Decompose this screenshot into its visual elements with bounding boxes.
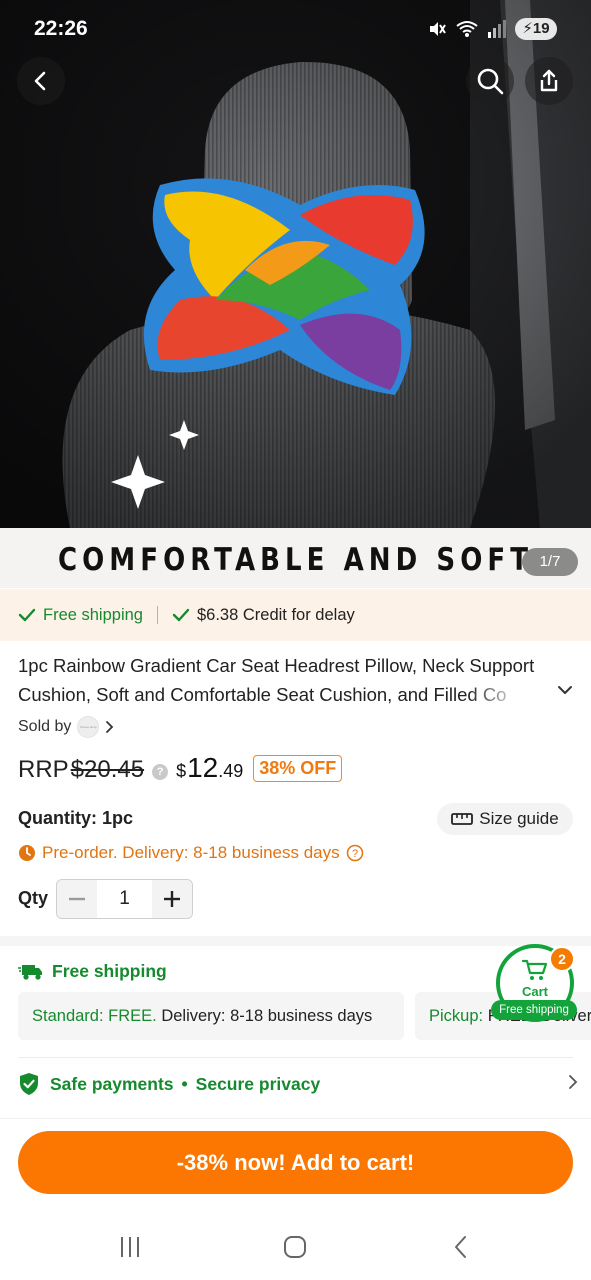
separator-dot: • bbox=[181, 1073, 188, 1094]
increment-button[interactable] bbox=[152, 880, 192, 918]
cart-icon bbox=[521, 959, 548, 980]
size-guide-label: Size guide bbox=[479, 809, 559, 828]
ruler-icon bbox=[451, 813, 474, 825]
discount-badge: 38% OFF bbox=[253, 755, 343, 782]
quantity-stepper[interactable]: 1 bbox=[56, 879, 193, 919]
standard-detail: Delivery: 8-18 business days bbox=[161, 1007, 373, 1025]
quantity-value[interactable]: 1 bbox=[97, 888, 152, 910]
title-line-2: Cushion, Soft and Comfortable Seat Cushi… bbox=[18, 680, 538, 709]
clock-icon bbox=[19, 845, 35, 861]
banner-text: COMFORTABLE AND SOFT bbox=[57, 542, 534, 578]
preorder-notice[interactable]: Pre-order. Delivery: 8-18 business days … bbox=[18, 843, 364, 863]
home-icon bbox=[284, 1236, 306, 1258]
share-button[interactable] bbox=[525, 57, 573, 105]
cart-free-shipping-tag: Free shipping bbox=[491, 1000, 577, 1020]
free-shipping-heading-text: Free shipping bbox=[52, 961, 167, 981]
chevron-right-icon bbox=[106, 721, 114, 733]
status-icons: ⚡19 bbox=[427, 18, 557, 40]
search-icon bbox=[477, 68, 504, 95]
title-line-2-text: Cushion, Soft and Comfortable Seat Cushi… bbox=[18, 684, 507, 705]
rrp-help-icon[interactable]: ? bbox=[152, 764, 169, 780]
decrement-button[interactable] bbox=[57, 880, 97, 918]
back-button[interactable] bbox=[17, 57, 65, 105]
strip-divider bbox=[156, 606, 158, 624]
recent-apps-icon bbox=[121, 1237, 139, 1257]
search-button[interactable] bbox=[466, 57, 514, 105]
check-icon bbox=[172, 608, 190, 622]
back-arrow-icon bbox=[455, 1236, 466, 1258]
chevron-left-icon bbox=[34, 71, 46, 91]
mute-icon bbox=[430, 22, 446, 36]
share-icon bbox=[540, 69, 558, 92]
svg-text:?: ? bbox=[352, 848, 358, 860]
help-circle-icon[interactable]: ? bbox=[346, 844, 364, 862]
expand-title-chevron-icon[interactable] bbox=[556, 683, 574, 697]
battery-indicator: ⚡19 bbox=[515, 18, 557, 40]
status-time: 22:26 bbox=[34, 17, 88, 40]
size-guide-button[interactable]: Size guide bbox=[437, 803, 573, 835]
safe-payments-text: Safe payments bbox=[50, 1073, 174, 1094]
chevron-right-icon bbox=[569, 1075, 578, 1089]
image-counter: 1/7 bbox=[522, 548, 578, 576]
secure-privacy-text: Secure privacy bbox=[195, 1073, 321, 1094]
standard-label: Standard: FREE. bbox=[32, 1007, 157, 1025]
quantity-variant-label: Quantity: 1pc bbox=[18, 808, 134, 828]
section-divider bbox=[0, 936, 591, 946]
free-shipping-heading: Free shipping bbox=[18, 961, 167, 982]
image-banner: COMFORTABLE AND SOFT bbox=[0, 528, 591, 588]
free-shipping-text: Free shipping bbox=[43, 605, 143, 624]
price-row: RRP $20.45 ? $ 12 .49 38% OFF bbox=[18, 752, 343, 785]
recent-apps-button[interactable] bbox=[115, 1232, 145, 1262]
preorder-text: Pre-order. Delivery: 8-18 business days bbox=[42, 843, 340, 862]
check-icon bbox=[18, 608, 36, 622]
cart-count-badge: 2 bbox=[549, 946, 575, 972]
plus-icon bbox=[164, 891, 180, 907]
signal-icon bbox=[488, 20, 506, 38]
sold-by-row[interactable]: Sold by Dream shop bbox=[18, 716, 115, 738]
pickup-label: Pickup: bbox=[429, 1007, 484, 1025]
shipping-benefits-strip[interactable]: Free shipping $6.38 Credit for delay bbox=[0, 589, 591, 641]
title-fade bbox=[468, 680, 538, 709]
rrp-value: $20.45 bbox=[70, 756, 145, 783]
qty-label: Qty bbox=[18, 888, 49, 908]
rrp-label: RRP bbox=[18, 756, 69, 783]
price-decimal: .49 bbox=[218, 761, 244, 781]
wifi-icon bbox=[456, 21, 478, 37]
price-currency: $ bbox=[176, 761, 187, 781]
sold-by-label: Sold by bbox=[18, 718, 72, 735]
product-title[interactable]: 1pc Rainbow Gradient Car Seat Headrest P… bbox=[18, 651, 578, 709]
delay-credit-text: $6.38 Credit for delay bbox=[196, 605, 355, 624]
title-line-1: 1pc Rainbow Gradient Car Seat Headrest P… bbox=[18, 655, 535, 676]
shield-check-icon bbox=[20, 1073, 38, 1095]
safe-payments-row[interactable]: Safe payments • Secure privacy bbox=[18, 1072, 578, 1096]
nav-back-button[interactable] bbox=[446, 1232, 476, 1262]
minus-icon bbox=[69, 897, 85, 901]
cart-label: Cart bbox=[521, 984, 548, 999]
price-integer: 12 bbox=[187, 752, 219, 783]
store-logo: Dream shop bbox=[77, 716, 100, 738]
system-navigation-bar bbox=[0, 1212, 591, 1280]
home-button[interactable] bbox=[280, 1232, 310, 1262]
divider bbox=[18, 1057, 573, 1058]
divider bbox=[0, 1118, 591, 1119]
battery-level: 19 bbox=[532, 20, 550, 37]
charging-icon: ⚡ bbox=[522, 20, 533, 37]
truck-icon bbox=[18, 964, 42, 980]
standard-shipping-card[interactable]: Standard: FREE. Delivery: 8-18 business … bbox=[18, 992, 404, 1040]
add-to-cart-button[interactable]: -38% now! Add to cart! bbox=[18, 1131, 573, 1194]
